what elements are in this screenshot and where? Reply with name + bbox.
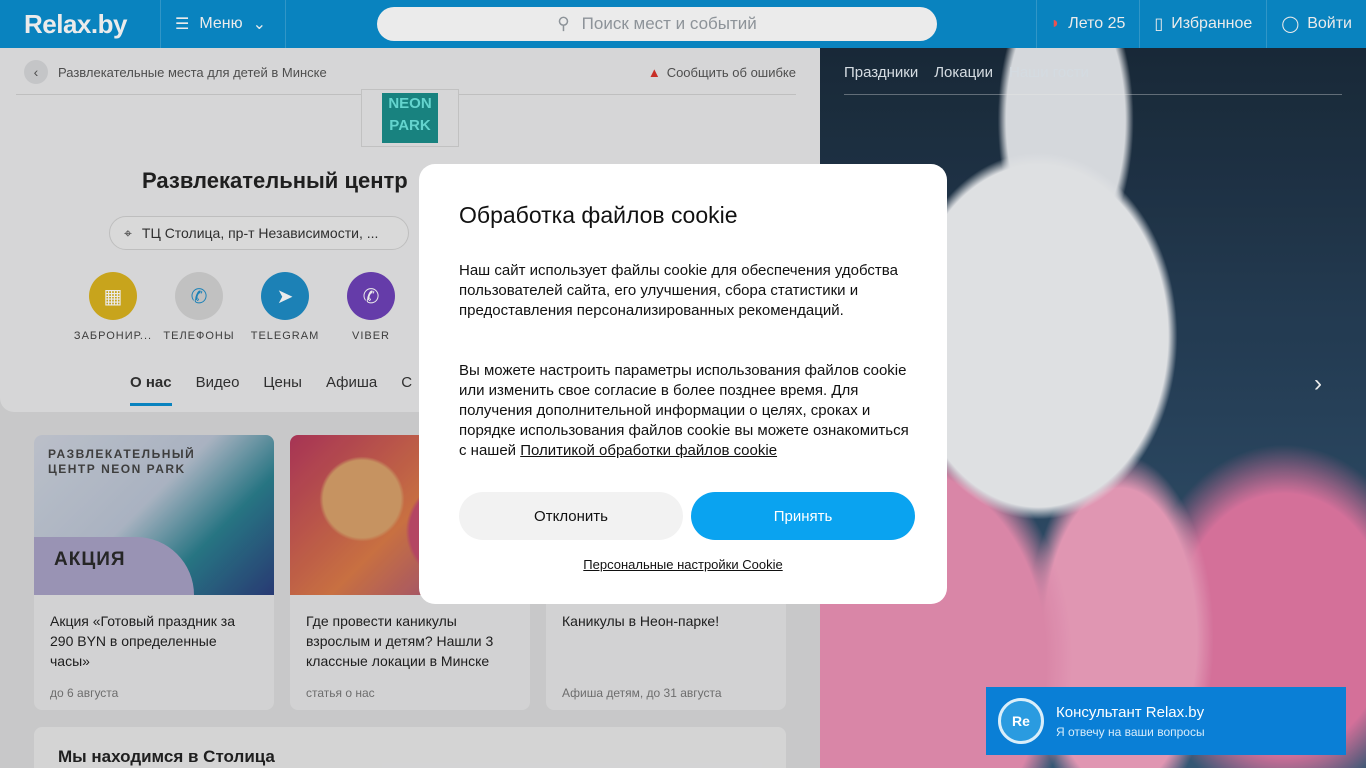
consultant-status: Я отвечу на ваши вопросы xyxy=(1056,724,1205,739)
accept-button[interactable]: Принять xyxy=(691,492,915,540)
cookie-paragraph-1: Наш сайт использует файлы cookie для обе… xyxy=(459,262,898,319)
cookie-paragraph-2: Вы можете настроить параметры использова… xyxy=(459,361,909,461)
consultant-widget[interactable]: Re Консультант Relax.by Я отвечу на ваши… xyxy=(986,687,1346,755)
cookie-policy-link[interactable]: Политикой обработки файлов cookie xyxy=(520,442,777,459)
cookie-dialog-title: Обработка файлов cookie xyxy=(459,202,738,228)
cookie-dialog: Обработка файлов cookie Наш сайт использ… xyxy=(419,164,947,604)
consultant-avatar: Re xyxy=(998,698,1044,744)
decline-button[interactable]: Отклонить xyxy=(459,492,683,540)
cookie-settings-link[interactable]: Персональные настройки Cookie xyxy=(391,557,975,572)
consultant-name: Консультант Relax.by xyxy=(1056,703,1205,721)
